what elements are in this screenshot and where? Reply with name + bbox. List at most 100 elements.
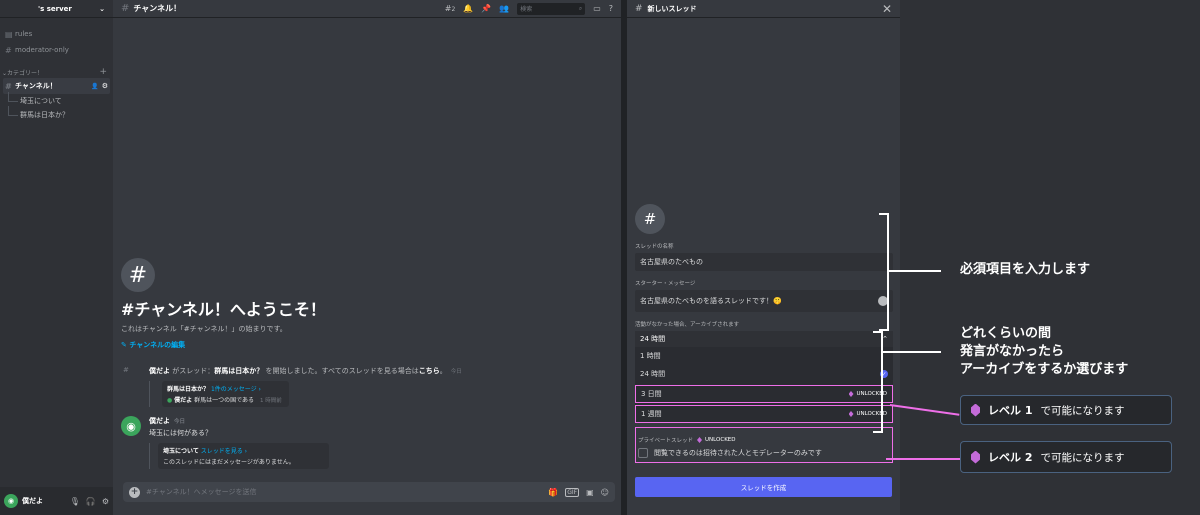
channel-label: チャンネル！ xyxy=(15,82,57,90)
level-label: レベル 1 xyxy=(988,404,1033,417)
hash-icon: # xyxy=(121,258,155,292)
boost-gem-icon xyxy=(848,391,854,397)
threads-button[interactable]: #2 xyxy=(445,4,456,13)
selected-duration: 24 時間 xyxy=(640,335,666,343)
thread-form: # スレッドの名称 名古屋県のたべもの スターター・メッセージ 名古屋県のたべも… xyxy=(635,204,893,497)
duration-option-1w[interactable]: 1 週間 UNLOCKED xyxy=(635,405,893,423)
pencil-icon: ✎ xyxy=(121,341,127,349)
thread-card-message: このスレッドにはまだメッセージがありません。 xyxy=(163,459,295,466)
connector-line xyxy=(883,351,941,353)
boost-gem-icon xyxy=(971,450,980,464)
channel-moderator-only[interactable]: # moderator-only xyxy=(0,42,113,58)
search-icon: ⌕ xyxy=(578,4,583,12)
close-icon[interactable]: ✕ xyxy=(882,2,892,16)
archive-duration-select[interactable]: 24 時間 ⌃ xyxy=(635,331,893,347)
gif-button[interactable]: GIF xyxy=(565,487,580,497)
pin-icon[interactable]: 📌 xyxy=(481,4,491,13)
thread-card-title: 群馬は日本か？ xyxy=(167,386,210,393)
help-icon[interactable]: ? xyxy=(609,4,613,13)
add-channel-icon[interactable]: + xyxy=(99,67,107,77)
message-composer[interactable]: + #チャンネル！へメッセージを送信 🎁 GIF ▣ ☺ xyxy=(123,482,615,502)
thread-icon: # xyxy=(635,204,665,234)
headphones-icon[interactable]: 🎧 xyxy=(86,497,96,506)
duration-option-24h[interactable]: 24 時間 ✓ xyxy=(635,365,893,383)
add-member-icon[interactable]: 👤 xyxy=(91,83,98,90)
avatar[interactable]: ◉ xyxy=(121,416,141,436)
thread-preview-card[interactable]: 群馬は日本か？ 1件のメッセージ › ● 僕だよ 群馬は一つの国である 1 時間… xyxy=(149,381,289,407)
chat-area: # チャンネル！ #2 🔔 📌 👥 検索 ⌕ ▭ ? # #チャンネル！へようこ… xyxy=(113,0,621,515)
sys-user[interactable]: 僕だよ xyxy=(149,367,170,375)
view-thread-link[interactable]: スレッドを見る › xyxy=(201,448,247,455)
sys-here-link[interactable]: こちら xyxy=(419,367,440,375)
private-thread-checkbox-row[interactable]: 閲覧できるのは招待された人とモデレーターのみです xyxy=(638,448,890,458)
brace-required xyxy=(879,213,889,331)
annotation-archive-2: 発言がなかったら xyxy=(960,344,1065,359)
option-label: 1 週間 xyxy=(641,410,662,418)
thread-channel-icon: # xyxy=(5,81,12,91)
sys-thread-name[interactable]: 群馬は日本か？ xyxy=(214,367,263,375)
sidebar-thread[interactable]: 群馬は日本か？ xyxy=(0,106,113,122)
thread-name-value: 名古屋県のたべもの xyxy=(640,258,703,266)
threads-count: 2 xyxy=(451,6,456,13)
channel-label: moderator-only xyxy=(15,46,69,54)
category-label: カテゴリー！ xyxy=(7,69,44,77)
edit-channel-link[interactable]: ✎ チャンネルの編集 xyxy=(121,340,326,350)
thread-name-input[interactable]: 名古屋県のたべもの xyxy=(635,253,893,271)
rules-icon: ▤ xyxy=(5,29,13,39)
sticker-icon[interactable]: ▣ xyxy=(586,488,594,497)
highlight-line xyxy=(886,458,960,460)
sys-text: を開始しました。すべてのスレッドを見る場合は xyxy=(263,367,419,375)
private-thread-checkbox[interactable] xyxy=(638,448,648,458)
level-desc: で可能になります xyxy=(1040,404,1125,417)
thread-icon: # xyxy=(123,366,129,374)
starter-message-input[interactable]: 名古屋県のたべものを語るスレッドです！🤫 xyxy=(635,290,893,312)
welcome-block: # #チャンネル！へようこそ！ これはチャンネル「#チャンネル！」の始まりです。… xyxy=(121,258,326,350)
thread-label: 群馬は日本か？ xyxy=(20,111,69,119)
message-author[interactable]: 僕だよ xyxy=(149,417,170,425)
channel-title: チャンネル！ xyxy=(133,4,182,13)
chevron-down-icon[interactable]: ⌄ xyxy=(99,5,105,13)
members-icon[interactable]: 👥 xyxy=(499,4,509,13)
chat-message: ◉ 僕だよ 今日 埼玉には何がある？ 埼玉について スレッドを見る › このスレッ… xyxy=(121,416,601,469)
tree-line xyxy=(8,106,18,116)
hash-icon: # xyxy=(5,45,12,55)
bell-icon[interactable]: 🔔 xyxy=(463,4,473,13)
channel-active[interactable]: # チャンネル！ 👤 ⚙ xyxy=(3,78,110,94)
gear-icon[interactable]: ⚙ xyxy=(102,82,108,90)
option-label: 3 日間 xyxy=(641,390,662,398)
gift-icon[interactable]: 🎁 xyxy=(548,488,558,497)
thread-card-link[interactable]: 1件のメッセージ › xyxy=(211,386,261,393)
username: 僕だよ xyxy=(22,497,43,505)
boost-gem-icon xyxy=(848,411,854,417)
search-placeholder: 検索 xyxy=(520,6,533,13)
private-thread-desc: 閲覧できるのは招待された人とモデレーターのみです xyxy=(654,449,822,457)
option-label: 24 時間 xyxy=(640,370,666,378)
category-header[interactable]: ⌄カテゴリー！ + xyxy=(0,66,113,78)
server-header[interactable]: 's server ⌄ xyxy=(0,0,113,18)
server-sidebar: 's server ⌄ ▤ rules # moderator-only ⌄カテ… xyxy=(0,0,113,515)
timestamp: 1 時間前 xyxy=(259,398,282,404)
gear-icon[interactable]: ⚙ xyxy=(102,497,109,506)
avatar[interactable]: ◉ xyxy=(4,494,18,508)
panel-title: 新しいスレッド xyxy=(647,4,697,13)
boost-gem-icon xyxy=(697,437,703,443)
welcome-subtitle: これはチャンネル「#チャンネル！」の始まりです。 xyxy=(121,325,287,333)
boost-gem-icon xyxy=(971,403,980,417)
private-thread-section: プライベートスレッド UNLOCKED 閲覧できるのは招待された人とモデレーター… xyxy=(635,427,893,463)
thread-preview-card[interactable]: 埼玉について スレッドを見る › このスレッドにはまだメッセージがありません。 xyxy=(149,443,329,469)
inbox-icon[interactable]: ▭ xyxy=(593,4,601,13)
add-attachment-icon[interactable]: + xyxy=(129,486,140,498)
duration-option-1h[interactable]: 1 時間 xyxy=(635,347,893,365)
annotation-required: 必須項目を入力します xyxy=(960,262,1091,277)
channel-rules[interactable]: ▤ rules xyxy=(0,26,113,42)
message-text: 埼玉には何がある？ xyxy=(149,429,212,437)
emoji-icon[interactable]: ☺ xyxy=(601,488,609,497)
thread-card-message: 群馬は一つの国である xyxy=(194,397,255,404)
duration-option-3d[interactable]: 3 日間 UNLOCKED xyxy=(635,385,893,403)
search-input[interactable]: 検索 ⌕ xyxy=(517,2,586,15)
panel-header: # 新しいスレッド ✕ xyxy=(627,0,900,18)
thread-label: 埼玉について xyxy=(20,97,62,105)
create-thread-button[interactable]: スレッドを作成 xyxy=(635,477,892,497)
mute-icon[interactable]: 🎙 xyxy=(70,497,80,506)
connector-line xyxy=(889,270,941,272)
